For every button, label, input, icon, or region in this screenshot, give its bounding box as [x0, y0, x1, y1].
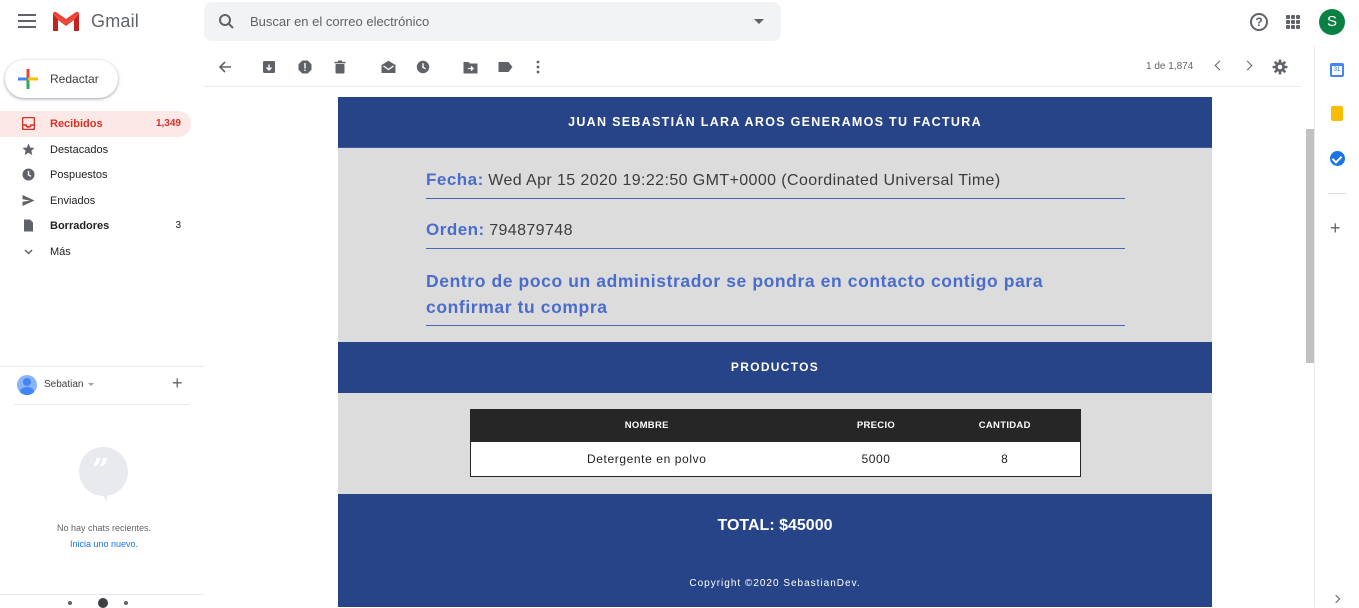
draft-icon — [24, 219, 33, 232]
orden-row: Orden: 794879748 — [426, 220, 1125, 249]
pagination-text: 1 de 1,874 — [1146, 61, 1194, 72]
fecha-value: Wed Apr 15 2020 19:22:50 GMT+0000 (Coord… — [488, 172, 1001, 189]
products-panel: NOMBRE PRECIO CANTIDAD Detergente en pol… — [338, 393, 1212, 494]
chat-bubble-icon: ” — [79, 447, 128, 502]
message-row: Dentro de poco un administrador se pondr… — [426, 268, 1125, 326]
settings-gear-icon[interactable] — [1272, 59, 1288, 75]
sidebar-nav: Recibidos 1,349 Destacados Pospuestos En… — [0, 111, 204, 265]
chevron-right-icon[interactable] — [1242, 60, 1253, 71]
compose-button[interactable]: Redactar — [5, 60, 118, 98]
delete-icon[interactable] — [332, 59, 348, 75]
sidebar-item-label: Más — [50, 245, 71, 258]
email-body: JUAN SEBASTIÁN LARA AROS GENERAMOS TU FA… — [338, 97, 1212, 607]
apps-grid-icon[interactable] — [1286, 15, 1300, 29]
sidebar-bottom-divider — [0, 594, 204, 595]
show-side-panel-chevron-icon[interactable] — [1331, 594, 1341, 604]
sidebar-item-enviados[interactable]: Enviados — [0, 188, 191, 214]
invoice-footer: TOTAL: $45000 Copyright ©2020 SebastianD… — [338, 494, 1212, 607]
no-chats-text: No hay chats recientes. — [56, 523, 152, 533]
clock-icon — [22, 168, 35, 181]
column-header: PRECIO — [822, 409, 930, 442]
fecha-label: Fecha: — [426, 170, 484, 189]
table-header-row: NOMBRE PRECIO CANTIDAD — [470, 409, 1081, 442]
archive-icon[interactable] — [261, 59, 277, 75]
top-bar: Gmail Buscar en el correo electrónico ? … — [0, 0, 1359, 46]
keep-icon[interactable] — [1331, 106, 1343, 121]
column-header: CANTIDAD — [929, 409, 1081, 442]
back-arrow-icon[interactable] — [217, 59, 233, 75]
table-cell: Detergente en polvo — [587, 451, 707, 466]
chevron-down-icon — [24, 249, 33, 255]
help-icon[interactable]: ? — [1250, 13, 1268, 31]
hangouts-divider — [14, 404, 190, 405]
sidebar-item-destacados[interactable]: Destacados — [0, 137, 191, 163]
side-panel: + — [1314, 46, 1359, 607]
sidebar-item-recibidos[interactable]: Recibidos 1,349 — [0, 111, 191, 137]
search-bar[interactable]: Buscar en el correo electrónico — [204, 2, 781, 41]
orden-value: 794879748 — [489, 222, 573, 239]
gmail-logo[interactable]: Gmail — [51, 10, 139, 32]
chevron-left-icon[interactable] — [1214, 60, 1225, 71]
sidebar-item-pospuestos[interactable]: Pospuestos — [0, 162, 191, 188]
sidebar-item-label: Destacados — [50, 143, 109, 156]
main-menu-icon[interactable] — [18, 14, 36, 28]
message-line-1: Dentro de poco un administrador se pondr… — [426, 271, 1044, 291]
phone-icon[interactable] — [124, 601, 128, 605]
total-amount: TOTAL: $45000 — [717, 517, 833, 534]
new-chat-plus-icon[interactable]: + — [172, 373, 183, 394]
start-new-chat-link[interactable]: Inicia uno nuevo. — [0, 539, 208, 549]
message-toolbar: 1 de 1,874 — [204, 46, 1301, 87]
sidebar-item-label: Enviados — [50, 194, 96, 207]
star-icon — [22, 143, 35, 155]
drafts-count: 3 — [175, 220, 181, 232]
sidebar-item-borradores[interactable]: Borradores 3 — [0, 213, 191, 239]
hangouts-bottom-tabs — [60, 598, 140, 608]
search-icon[interactable] — [218, 13, 235, 30]
copyright-text: Copyright ©2020 SebastianDev. — [689, 578, 861, 589]
order-info-panel: Fecha: Wed Apr 15 2020 19:22:50 GMT+0000… — [338, 148, 1212, 342]
account-avatar[interactable]: S — [1319, 9, 1345, 35]
table-row: Detergente en polvo 5000 8 — [471, 442, 1081, 477]
sidebar-divider — [0, 366, 204, 367]
unread-count: 1,349 — [155, 118, 181, 129]
search-options-caret-icon[interactable] — [754, 19, 764, 24]
snooze-icon[interactable] — [415, 59, 431, 75]
message-line-2: confirmar tu compra — [426, 297, 608, 317]
more-vert-icon[interactable] — [530, 59, 546, 75]
products-header: PRODUCTOS — [338, 342, 1212, 393]
search-input[interactable]: Buscar en el correo electrónico — [250, 14, 429, 29]
hangouts-user[interactable]: Sebatian + — [17, 373, 197, 395]
get-addons-plus-icon[interactable]: + — [1330, 218, 1341, 239]
app-name: Gmail — [91, 10, 140, 31]
table-cell: 5000 — [861, 451, 891, 466]
mark-unread-icon[interactable] — [380, 59, 396, 75]
compose-plus-icon — [18, 69, 38, 89]
calendar-icon[interactable] — [1330, 63, 1344, 77]
sidebar-item-label: Borradores — [50, 220, 110, 233]
report-spam-icon[interactable] — [297, 59, 313, 75]
sidebar-item-label: Recibidos — [50, 118, 103, 130]
hangouts-user-name: Sebatian — [44, 379, 84, 390]
inbox-icon — [22, 117, 35, 130]
send-icon — [22, 194, 35, 206]
label-icon[interactable] — [497, 59, 513, 75]
fecha-row: Fecha: Wed Apr 15 2020 19:22:50 GMT+0000… — [426, 170, 1125, 199]
side-panel-divider — [1328, 193, 1346, 194]
products-table: NOMBRE PRECIO CANTIDAD Detergente en pol… — [470, 409, 1081, 477]
move-to-icon[interactable] — [462, 59, 478, 75]
person-icon[interactable] — [68, 601, 72, 605]
column-header: NOMBRE — [470, 409, 823, 442]
table-cell: 8 — [1001, 451, 1009, 466]
gmail-m-icon — [53, 11, 79, 31]
tasks-icon[interactable] — [1330, 151, 1345, 166]
invoice-header: JUAN SEBASTIÁN LARA AROS GENERAMOS TU FA… — [338, 97, 1212, 148]
sidebar-item-mas[interactable]: Más — [0, 239, 191, 265]
user-avatar-icon — [17, 375, 37, 395]
compose-label: Redactar — [50, 72, 99, 86]
sidebar-item-label: Pospuestos — [50, 169, 108, 182]
caret-down-icon — [88, 383, 94, 386]
orden-label: Orden: — [426, 220, 485, 239]
scrollbar-thumb[interactable] — [1306, 129, 1314, 363]
